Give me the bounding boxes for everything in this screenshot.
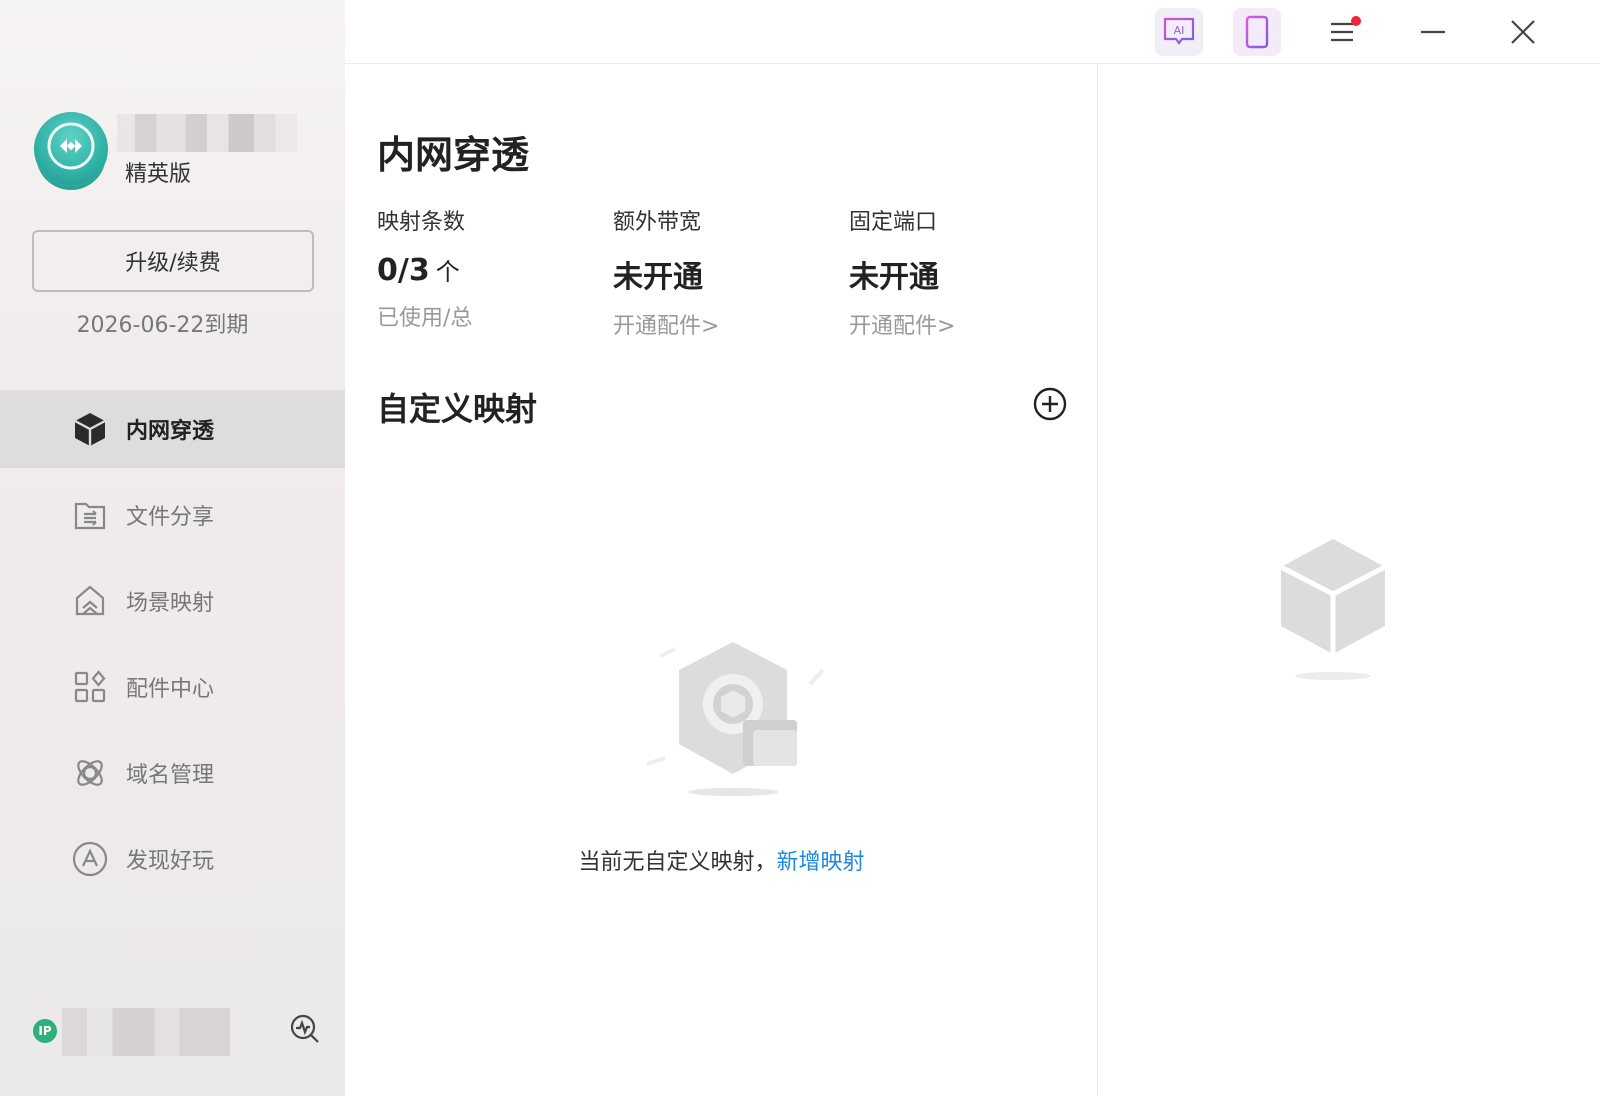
sidebar-item-intranet-penetration[interactable]: 内网穿透 (0, 390, 345, 468)
sidebar-item-file-share[interactable]: 文件分享 (0, 476, 345, 554)
stat-label: 固定端口 (849, 210, 938, 235)
sidebar-item-label: 内网穿透 (126, 419, 215, 444)
ip-address-blurred (62, 1008, 230, 1056)
atom-icon (72, 755, 108, 791)
main-content: 内网穿透 映射条数 0/3 个 已使用/总 额外带宽 未开通 开通配件> 固定端口… (345, 64, 1098, 1096)
stat-value: 0/3 个 (377, 252, 597, 288)
placeholder-cube-icon (1273, 534, 1393, 684)
sidebar-nav: 内网穿透 文件分享 场景映射 配件中心 域名管理 发现好玩 (0, 390, 345, 906)
minimize-button[interactable] (1409, 8, 1457, 56)
stat-extra-bandwidth: 额外带宽 未开通 开通配件> (613, 204, 833, 340)
folder-share-icon (72, 497, 108, 533)
compass-a-icon (72, 841, 108, 877)
plan-label: 精英版 (125, 162, 192, 187)
page-title: 内网穿透 (377, 133, 530, 177)
apps-grid-icon (72, 669, 108, 705)
username-blurred (117, 114, 297, 152)
stat-label: 额外带宽 (613, 210, 702, 235)
sidebar-item-accessory-center[interactable]: 配件中心 (0, 648, 345, 726)
sidebar-item-label: 发现好玩 (126, 849, 215, 874)
avatar[interactable] (34, 112, 108, 186)
stat-fixed-port: 固定端口 未开通 开通配件> (849, 204, 1069, 340)
empty-state-message: 当前无自定义映射，新增映射 (345, 844, 1098, 876)
plus-circle-icon (1033, 387, 1067, 421)
network-monitor-icon[interactable] (289, 1013, 321, 1045)
app-logo-icon (47, 122, 95, 170)
stat-subtext: 已使用/总 (377, 306, 473, 331)
stat-label: 映射条数 (377, 210, 466, 235)
add-mapping-link[interactable]: 新增映射 (777, 850, 865, 875)
upgrade-renew-button[interactable]: 升级/续费 (32, 230, 314, 292)
main-menu-button[interactable] (1319, 8, 1367, 56)
sidebar-item-domain-management[interactable]: 域名管理 (0, 734, 345, 812)
scene-home-icon (72, 583, 108, 619)
stat-value-number: 0/3 (377, 253, 430, 288)
detail-panel (1098, 64, 1600, 1096)
sidebar-item-label: 配件中心 (126, 677, 215, 702)
add-mapping-button[interactable] (1033, 387, 1067, 421)
sidebar-item-label: 场景映射 (126, 591, 215, 616)
svg-text:AI: AI (1174, 24, 1185, 37)
ai-chat-icon: AI (1163, 17, 1195, 45)
sidebar-item-label: 文件分享 (126, 505, 215, 530)
minimize-icon (1421, 30, 1445, 34)
phone-icon (1245, 15, 1269, 49)
stat-value: 未开通 (849, 260, 939, 295)
stat-value: 未开通 (613, 260, 703, 295)
ai-assistant-button[interactable]: AI (1155, 8, 1203, 56)
open-accessory-link[interactable]: 开通配件> (849, 308, 1069, 340)
mobile-device-button[interactable] (1233, 8, 1281, 56)
sidebar-item-discover[interactable]: 发现好玩 (0, 820, 345, 898)
empty-state-illustration (635, 634, 835, 804)
empty-state-text: 当前无自定义映射， (578, 850, 777, 875)
expire-date: 2026-06-22到期 (76, 313, 249, 338)
open-accessory-link[interactable]: 开通配件> (613, 308, 833, 340)
cube-icon (72, 411, 108, 447)
notification-dot (1351, 16, 1361, 26)
sidebar-item-label: 域名管理 (126, 763, 215, 788)
ip-badge: IP (33, 1019, 57, 1043)
sidebar-item-scene-mapping[interactable]: 场景映射 (0, 562, 345, 640)
sidebar: 精英版 升级/续费 2026-06-22到期 内网穿透 文件分享 场景映射 配件… (0, 0, 345, 1096)
close-icon (1511, 20, 1535, 44)
stat-mapping-count: 映射条数 0/3 个 已使用/总 (377, 204, 597, 332)
close-button[interactable] (1499, 8, 1547, 56)
section-title: 自定义映射 (377, 390, 538, 428)
title-bar: AI (345, 0, 1600, 64)
stat-unit: 个 (435, 258, 460, 286)
